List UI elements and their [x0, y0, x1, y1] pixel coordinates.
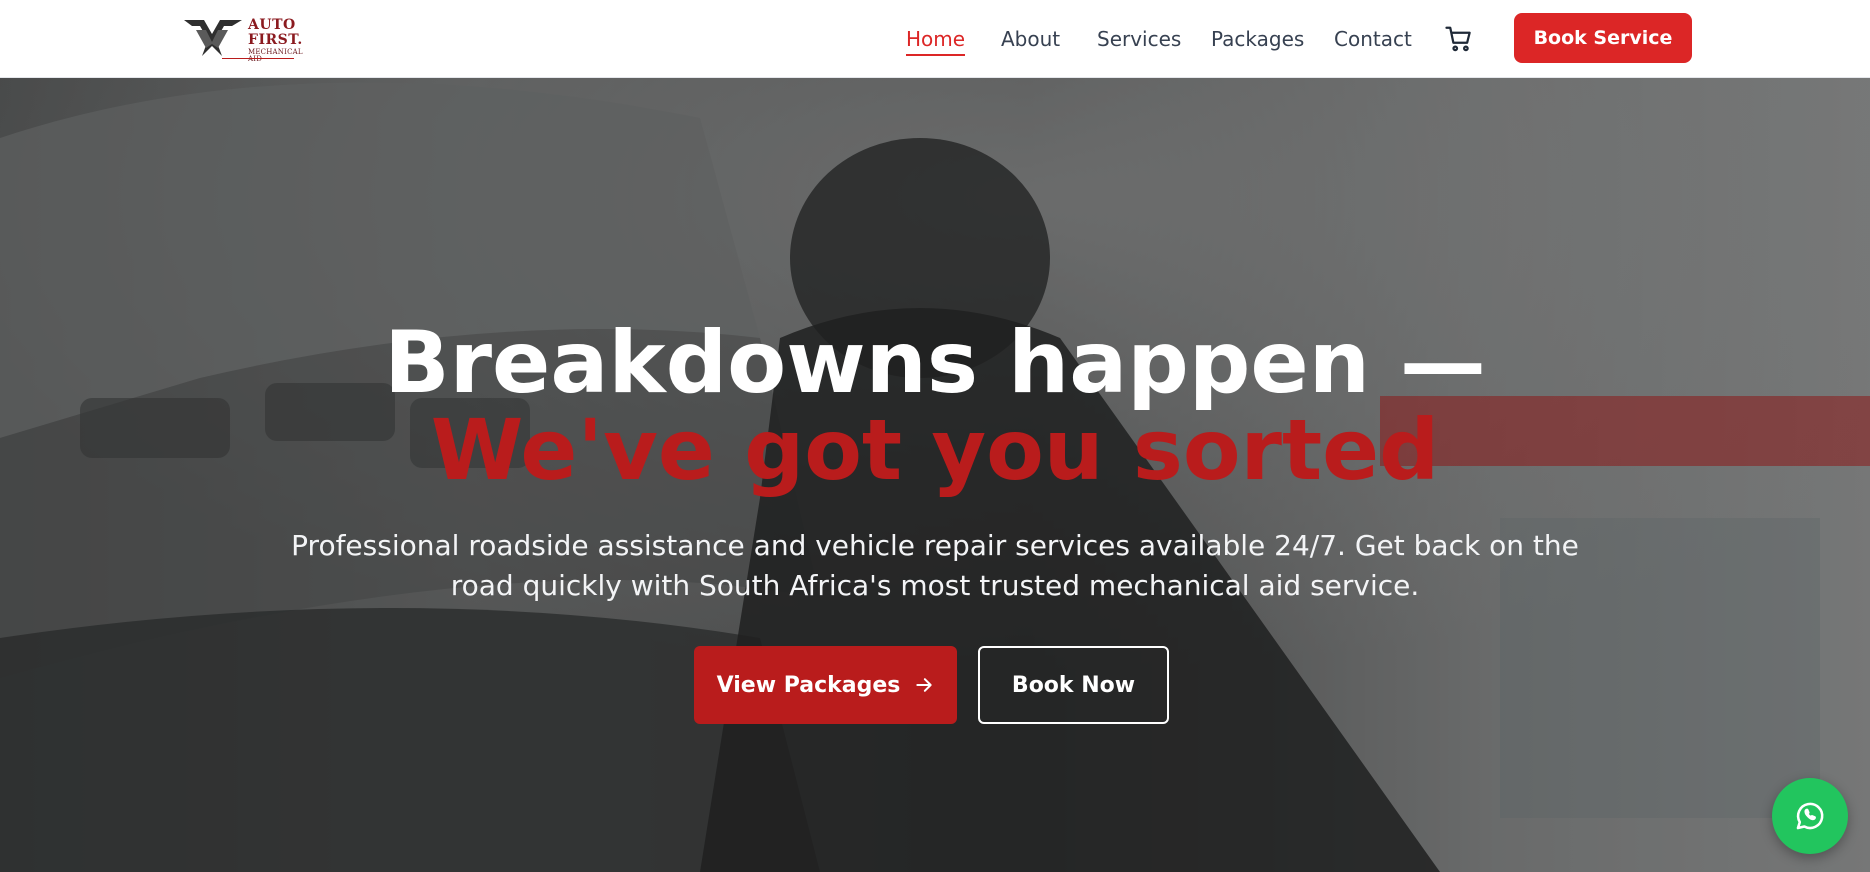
hero-headline: Breakdowns happen —	[384, 313, 1486, 413]
hero-subtitle: Professional roadside assistance and veh…	[291, 529, 1579, 602]
book-now-button[interactable]: Book Now	[978, 646, 1169, 724]
navbar: AUTO FIRST. MECHANICAL AID Home About Se…	[0, 0, 1870, 78]
whatsapp-icon[interactable]	[1772, 778, 1848, 854]
nav-services[interactable]: Services	[1097, 26, 1181, 52]
shopping-cart-icon[interactable]	[1444, 24, 1474, 54]
arrow-right-icon	[916, 678, 933, 692]
nav-home[interactable]: Home	[906, 26, 966, 56]
hero-section: Breakdowns happen — We've got you sorted…	[0, 78, 1870, 872]
nav-contact[interactable]: Contact	[1334, 26, 1412, 52]
view-packages-button[interactable]: View Packages	[694, 646, 957, 724]
nav-packages[interactable]: Packages	[1211, 26, 1304, 52]
hero-content: Breakdowns happen — We've got you sorted…	[0, 78, 1870, 872]
book-service-button[interactable]: Book Service	[1514, 13, 1692, 63]
hero-headline-accent: We've got you sorted	[430, 401, 1440, 499]
nav-about[interactable]: About	[1001, 26, 1060, 52]
view-packages-label: View Packages	[716, 672, 901, 698]
